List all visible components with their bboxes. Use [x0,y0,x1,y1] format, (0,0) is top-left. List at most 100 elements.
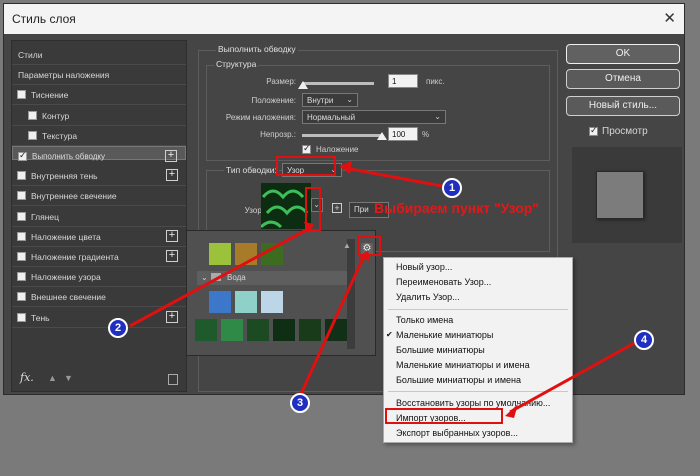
fill-type-label: Тип обводки: [224,165,279,175]
pattern-label: Узор: [244,206,264,215]
ok-button[interactable]: OK [566,44,680,64]
pattern-thumb[interactable] [235,243,257,265]
marker-1: 1 [442,178,462,198]
menu-item[interactable]: Экспорт выбранных узоров... [384,428,572,443]
close-icon[interactable]: ✕ [663,9,676,27]
folder-icon [211,273,221,281]
menu-item[interactable]: Только имена [384,315,572,330]
size-field[interactable]: 1 [388,74,418,88]
add-effect-icon[interactable]: + [166,310,178,323]
sidebar-checkbox[interactable] [17,211,26,221]
blend-mode-label: Режим наложения: [225,113,296,122]
sidebar-item-label: Внутреннее свечение [31,191,117,202]
preview-checkbox[interactable] [589,125,598,136]
sidebar-checkbox[interactable] [28,110,37,120]
menu-item[interactable]: Большие миниатюры [384,345,572,360]
sidebar-item[interactable]: Наложение градиента + [12,247,186,267]
add-effect-icon[interactable]: + [166,169,178,182]
chevron-down-icon: ⌄ [346,95,353,104]
sidebar-item[interactable]: Внешнее свечение [12,287,186,308]
pattern-thumb[interactable] [247,319,269,341]
menu-item[interactable]: Новый узор... [384,262,572,277]
overprint-checkbox[interactable] [302,143,311,154]
sidebar-item[interactable]: Контур [12,106,186,126]
sidebar-item-label: Наложение цвета [31,231,101,242]
pattern-swatch-art [261,183,311,229]
marker-4: 4 [634,330,654,350]
size-slider-knob[interactable] [298,81,308,89]
opacity-slider[interactable] [302,134,382,137]
sidebar-item[interactable]: Стили [12,45,186,65]
sidebar-item[interactable]: Выполнить обводку + [12,146,186,162]
fx-icon[interactable]: fx. [20,371,34,384]
pattern-thumb[interactable] [299,319,321,341]
menu-item[interactable]: Большие миниатюры и имена [384,375,572,390]
sidebar-item[interactable]: Тень + [12,308,186,328]
sidebar-checkbox[interactable] [28,130,37,140]
sidebar-item-label: Текстура [42,130,78,141]
sidebar-checkbox[interactable] [17,90,26,100]
menu-item[interactable]: Удалить Узор... [384,292,572,307]
menu-separator [388,391,568,392]
sidebar-item[interactable]: Глянец [12,207,186,227]
sidebar-item[interactable]: Параметры наложения [12,65,186,86]
size-slider[interactable] [302,82,374,85]
add-effect-icon[interactable]: + [166,229,178,242]
trash-icon[interactable] [168,374,178,385]
sidebar-item[interactable]: Текстура [12,126,186,146]
move-down-icon[interactable]: ▼ [64,373,73,383]
menu-item[interactable]: Переименовать Узор... [384,277,572,292]
position-value: Внутри [307,96,334,105]
sidebar-checkbox[interactable] [17,252,26,261]
pattern-thumb[interactable] [273,319,295,341]
add-pattern-icon[interactable]: + [332,203,342,213]
pattern-thumb[interactable] [209,243,231,265]
sidebar-checkbox[interactable] [17,312,26,322]
pattern-thumb[interactable] [325,319,347,341]
stroke-section-title: Выполнить обводку [216,44,298,54]
menu-item[interactable]: Маленькие миниатюры [384,330,572,345]
annotation-box-fill-type [276,156,336,176]
sidebar-item[interactable]: Внутреннее свечение [12,186,186,207]
cancel-button[interactable]: Отмена [566,69,680,89]
pattern-thumb[interactable] [209,291,231,313]
pattern-thumb[interactable] [235,291,257,313]
sidebar-item[interactable]: Наложение узора [12,267,186,288]
scrollbar[interactable] [347,239,355,349]
menu-item[interactable]: Маленькие миниатюры и имена [384,360,572,375]
opacity-field[interactable]: 100 [388,127,418,141]
sidebar-checkbox[interactable] [17,171,26,181]
sidebar-checkbox[interactable] [17,272,26,282]
sidebar-checkbox[interactable] [17,292,26,302]
size-unit: пикс. [426,77,445,86]
pattern-group-header[interactable]: ⌄ Вода [197,271,347,285]
pattern-thumb[interactable] [261,243,283,265]
pattern-thumb[interactable] [221,319,243,341]
pattern-thumb[interactable] [195,319,217,341]
sidebar-item-label: Внешнее свечение [31,292,106,303]
scroll-up-icon[interactable]: ▲ [343,241,351,250]
sidebar-item[interactable]: Наложение цвета + [12,227,186,247]
marker-3: 3 [290,393,310,413]
add-effect-icon[interactable]: + [166,250,178,262]
title-bar: Стиль слоя ✕ [4,4,684,34]
styles-sidebar: Стили Параметры наложения Тиснение Контур Те… [11,40,187,392]
sidebar-checkbox[interactable] [17,231,26,241]
sidebar-item[interactable]: Внутренняя тень + [12,166,186,187]
opacity-slider-knob[interactable] [377,132,387,140]
position-select[interactable]: Внутри ⌄ [302,93,358,107]
sidebar-item[interactable]: Тиснение [12,85,186,106]
sidebar-checkbox[interactable] [18,150,27,161]
pattern-thumb[interactable] [261,291,283,313]
pattern-swatch[interactable] [261,183,311,229]
add-effect-icon[interactable]: + [165,150,177,162]
chevron-down-icon: ⌄ [434,112,441,121]
sidebar-checkbox[interactable] [17,191,26,201]
blend-mode-value: Нормальный [307,113,356,122]
move-up-icon[interactable]: ▲ [48,373,57,383]
opacity-unit: % [422,130,430,139]
size-label: Размер: [266,77,296,86]
new-style-button[interactable]: Новый стиль... [566,96,680,116]
blend-mode-select[interactable]: Нормальный ⌄ [302,110,446,124]
preview-thumbnail [572,147,682,243]
